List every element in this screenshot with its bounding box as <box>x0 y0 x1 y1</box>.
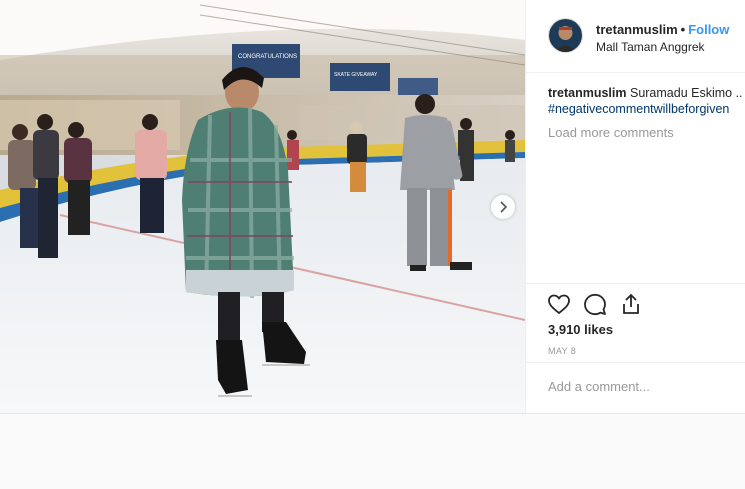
caption-username[interactable]: tretanmuslim <box>548 86 627 100</box>
post-sidebar: tretanmuslim • Follow Mall Taman Anggrek t… <box>525 0 745 413</box>
avatar-image <box>549 19 582 52</box>
post-date[interactable]: MAY 8 <box>548 346 576 356</box>
caption: tretanmuslim Suramadu Eskimo .. #negativ… <box>548 85 744 117</box>
separator-dot: • <box>680 22 686 37</box>
load-more-comments-button[interactable]: Load more comments <box>548 125 674 140</box>
banner-text: CONGRATULATIONS <box>238 54 297 60</box>
action-bar <box>526 283 745 324</box>
avatar[interactable] <box>548 18 583 53</box>
follow-button[interactable]: Follow <box>688 22 729 37</box>
share-icon[interactable] <box>619 292 643 316</box>
comment-bubble-icon[interactable] <box>583 292 607 316</box>
post-header: tretanmuslim • Follow Mall Taman Anggrek <box>526 0 745 73</box>
banner-text: SKATE GIVEAWAY <box>334 72 378 78</box>
post-photo[interactable]: CONGRATULATIONS SKATE GIVEAWAY <box>0 0 525 413</box>
next-photo-button[interactable] <box>491 195 515 219</box>
heart-icon[interactable] <box>547 292 571 316</box>
location-link[interactable]: Mall Taman Anggrek <box>596 40 705 54</box>
likes-count[interactable]: 3,910 likes <box>548 322 613 337</box>
add-comment-input[interactable] <box>548 379 728 394</box>
chevron-right-icon <box>500 201 508 213</box>
instagram-post: CONGRATULATIONS SKATE GIVEAWAY tretanmus… <box>0 0 745 414</box>
hashtag-link[interactable]: #negativecommentwillbeforgiven <box>548 101 744 117</box>
ice-rink-photo: CONGRATULATIONS SKATE GIVEAWAY <box>0 0 525 413</box>
caption-text: Suramadu Eskimo .. <box>629 86 743 100</box>
username-link[interactable]: tretanmuslim <box>596 22 678 37</box>
comment-box <box>526 362 745 414</box>
